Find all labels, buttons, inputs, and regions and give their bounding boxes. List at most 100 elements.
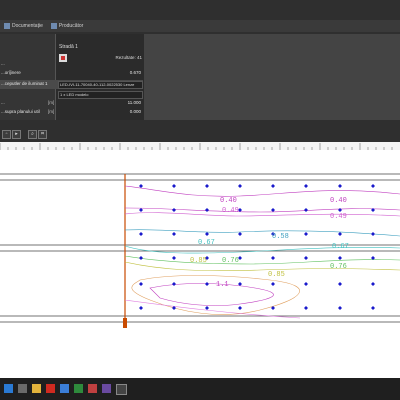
property-unit: [m] [48,109,55,114]
isolux-line [124,212,400,217]
luminaire-marker [304,282,308,286]
property-label: ...ceputler de iluminat 1 [1,81,48,86]
window-icon[interactable]: ▫ [2,130,11,139]
manufacturer-icon [50,23,57,29]
property-row-work-plane[interactable]: ...supra planului util [m] 0.000 [0,108,143,117]
isolux-line [124,229,400,237]
view-toolbar [0,120,400,142]
luminaire-marker [139,208,143,212]
isolux-line [149,283,274,306]
grid-icon[interactable]: ⌗ [38,130,47,139]
search-icon[interactable] [18,384,27,393]
property-row[interactable]: 1 x LED modelo [0,90,143,99]
ribbon-tabs: Documentație Producător [0,20,400,32]
luminaire-marker [205,184,209,188]
luminaire-marker [304,256,308,260]
luminaire-marker [271,282,275,286]
isolux-line [124,207,400,213]
isolux-label: 0.67 [332,243,349,251]
isolux-label: 0.85 [190,257,207,265]
luminaire-marker [139,256,143,260]
app-icon[interactable] [102,384,111,393]
luminaire-marker [205,306,209,310]
luminaire-marker [172,232,176,236]
isolux-label: 0.85 [268,271,285,279]
luminaire-marker [338,282,342,286]
luminaire-marker [271,208,275,212]
app-icon[interactable] [74,384,83,393]
ruler-ticks [0,143,393,150]
luminaire-marker [371,232,375,236]
luminaire-marker [205,208,209,212]
luminaire-marker [371,184,375,188]
isolux-label: 0.40 [330,197,347,205]
app-icon[interactable] [88,384,97,393]
luminaire-marker [304,306,308,310]
acrobat-icon[interactable] [46,384,55,393]
document-icon [4,23,10,29]
tab-producator[interactable]: Producător [47,20,87,32]
property-value[interactable]: 0.000 [130,109,141,114]
tab-producator-label: Producător [58,23,84,29]
isolux-line [124,261,400,272]
folder-icon[interactable] [32,384,41,393]
luminaire-marker [338,208,342,212]
tab-documentatie-label: Documentație [12,23,43,29]
app-icon[interactable] [116,384,127,395]
luminaire-marker [238,232,242,236]
luminaire-marker [304,232,308,236]
luminaire-marker [338,256,342,260]
luminaire-marker [139,306,143,310]
property-value: 0.670 [129,70,141,75]
isolux-label: 1.1 [216,281,229,289]
property-value[interactable]: 11.000 [128,100,141,105]
luminaire-select[interactable]: LED-IVI-11-70040-40-112-0022530 Lenze [58,81,143,89]
isolux-line [124,185,400,197]
isolux-line [124,255,400,265]
anchor-marker [123,318,127,328]
property-row-height[interactable]: ... [m] 11.000 [0,99,143,108]
isolux-label: 0.76 [222,257,239,265]
luminaire-marker [139,282,143,286]
property-label: ... [1,61,5,66]
app-icon[interactable] [60,384,69,393]
tab-documentatie[interactable]: Documentație [0,20,47,32]
right-panel [143,34,400,120]
luminaire-marker [338,306,342,310]
isolux-label: 0.40 [220,197,237,205]
property-label: ... [1,100,5,105]
property-label: ...oriĵinere [1,70,21,75]
luminaire-marker [338,232,342,236]
zoom-icon[interactable]: ⌕ [28,130,37,139]
luminaire-marker [205,282,209,286]
luminaire-marker [371,306,375,310]
luminaire-marker [172,256,176,260]
luminaire-marker [338,184,342,188]
luminaire-marker [172,208,176,212]
luminaire-marker [139,232,143,236]
property-row[interactable]: ... [0,60,143,69]
start-icon[interactable] [4,384,13,393]
luminaire-marker [304,208,308,212]
isolux-label: 0.49 [330,213,347,221]
play-icon[interactable]: ▸ [12,130,21,139]
properties-list: ... ...oriĵinere 0.670 ...ceputler de il… [0,34,143,120]
luminaire-marker [139,184,143,188]
luminaire-marker [238,184,242,188]
isolux-plan[interactable]: 0.40 0.40 0.49 0.49 0.58 0.67 0.67 0.76 0.76 0.85… [0,150,400,378]
lamp-select[interactable]: 1 x LED modelo [58,91,143,99]
luminaire-marker [304,184,308,188]
luminaire-marker [371,282,375,286]
property-unit: [m] [48,100,55,105]
isolux-label: 0.49 [222,207,239,215]
luminaire-marker [238,306,242,310]
luminaire-marker [172,184,176,188]
isolux-label: 0.58 [272,233,289,241]
property-row[interactable]: ...oriĵinere 0.670 [0,69,143,78]
luminaire-marker [271,256,275,260]
luminaire-marker [172,282,176,286]
property-label: ...supra planului util [1,109,40,114]
drawing-canvas[interactable]: 0.40 0.40 0.49 0.49 0.58 0.67 0.67 0.76 0.76 0.85… [0,150,400,378]
property-row-luminaire[interactable]: ...ceputler de iluminat 1 LED-IVI-11-700… [0,80,143,89]
luminaire-marker [271,184,275,188]
